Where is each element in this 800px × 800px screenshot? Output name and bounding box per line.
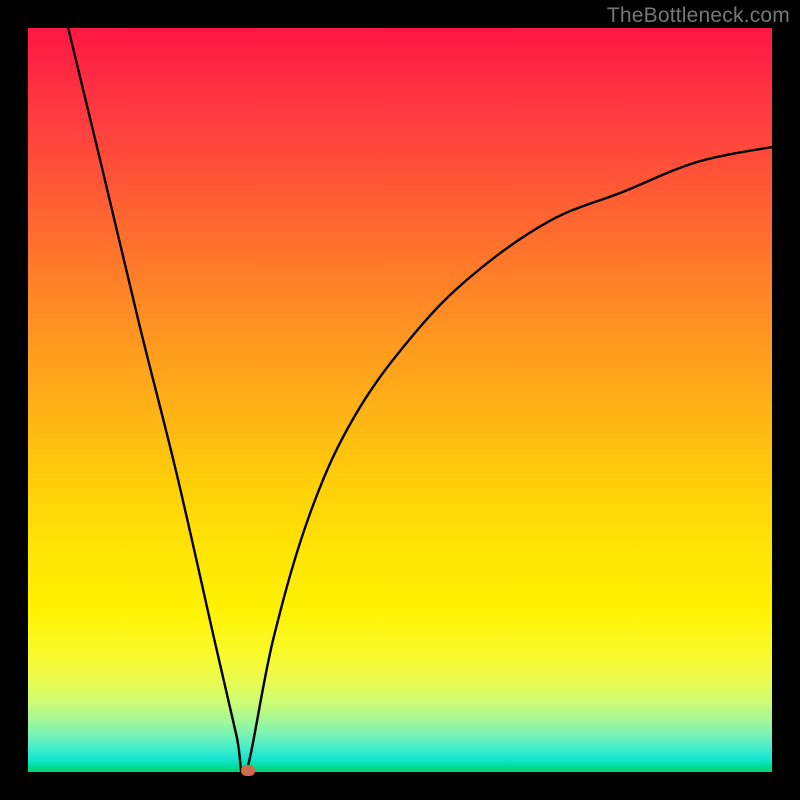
chart-frame: TheBottleneck.com [0, 0, 800, 800]
minimum-marker [241, 765, 255, 776]
curve-layer [28, 28, 772, 772]
watermark-text: TheBottleneck.com [607, 4, 790, 28]
plot-area [28, 28, 772, 772]
bottleneck-curve [68, 28, 772, 777]
